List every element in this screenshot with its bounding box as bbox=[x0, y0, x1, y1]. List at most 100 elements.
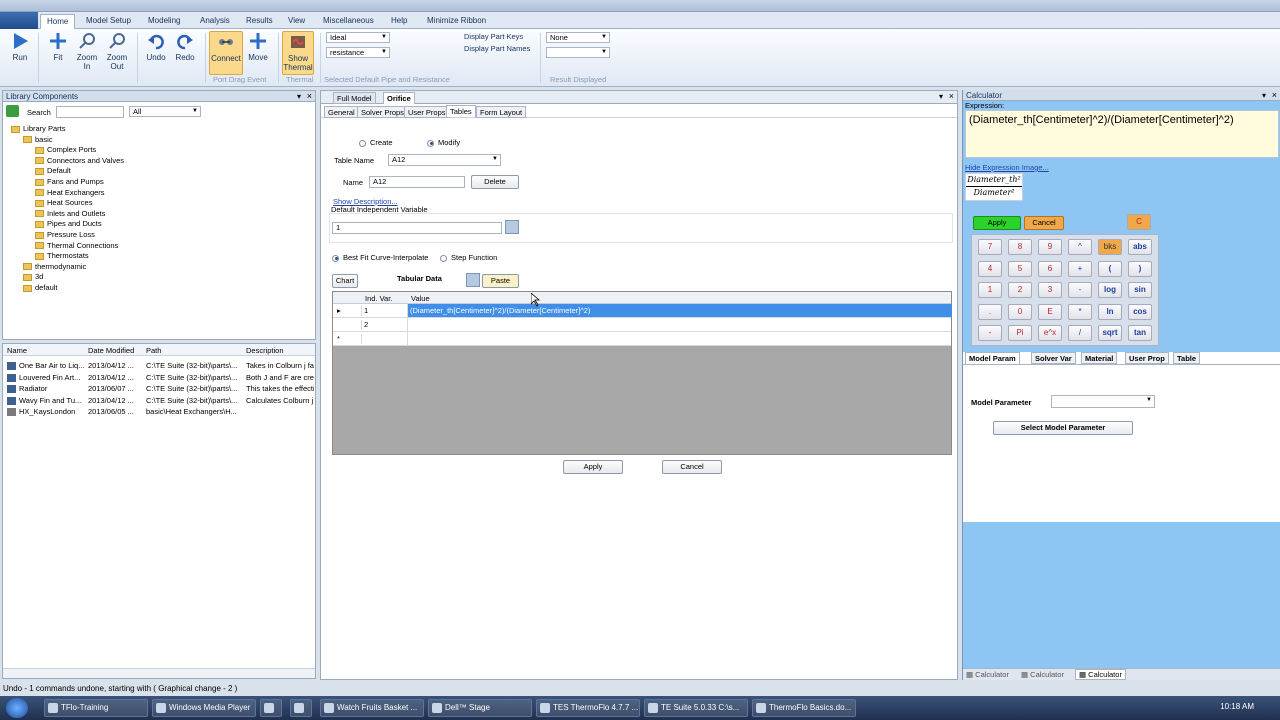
dropdown-icon[interactable]: ▾ bbox=[939, 92, 943, 101]
tree-item[interactable]: default bbox=[23, 283, 58, 293]
tab-home[interactable]: Home bbox=[40, 14, 76, 29]
best-fit-radio[interactable]: Best Fit Curve-Interpolate bbox=[332, 253, 428, 262]
taskbar-item-firefox[interactable] bbox=[260, 699, 282, 717]
value-cell[interactable]: (Diameter_th[Centimeter]^2)/(Diameter[Ce… bbox=[407, 304, 952, 317]
tree-item[interactable]: Heat Sources bbox=[35, 198, 92, 208]
result-combo-2[interactable]: ▼ bbox=[546, 47, 610, 58]
close-icon[interactable]: × bbox=[307, 91, 312, 101]
taskbar-item-te-suite[interactable]: TE Suite 5.0.33 C:\s... bbox=[644, 699, 748, 717]
calc-key[interactable]: sqrt bbox=[1098, 325, 1122, 341]
expression-field[interactable]: (Diameter_th[Centimeter]^2)/(Diameter[Ce… bbox=[965, 110, 1279, 158]
app-menu-button[interactable] bbox=[0, 12, 38, 29]
tree-item[interactable]: basic bbox=[23, 135, 53, 145]
tab-table[interactable]: Table bbox=[1173, 352, 1201, 364]
list-item[interactable]: Radiator 2013/06/07 ... C:\TE Suite (32-bi… bbox=[3, 384, 315, 395]
display-part-keys-option[interactable]: Display Part Keys bbox=[464, 32, 523, 41]
calc-key[interactable]: 0 bbox=[1008, 303, 1032, 320]
calc-key[interactable]: - bbox=[978, 325, 1002, 341]
calc-key[interactable]: ( bbox=[1098, 260, 1122, 277]
pipe-combo[interactable]: Ideal ▼ bbox=[326, 32, 390, 43]
taskbar-item-mail[interactable] bbox=[290, 699, 312, 717]
close-icon[interactable]: × bbox=[949, 91, 954, 101]
calc-cancel-button[interactable]: Cancel bbox=[1024, 216, 1064, 230]
tab-material[interactable]: Material bbox=[1081, 352, 1118, 364]
calc-key[interactable]: bks bbox=[1098, 239, 1122, 255]
list-item[interactable]: One Bar Air to Liq... 2013/04/12 ... C:\TE… bbox=[3, 361, 315, 372]
calc-key[interactable]: ) bbox=[1128, 260, 1152, 277]
bottom-tab-calculator-3[interactable]: ▦ Calculator bbox=[1075, 669, 1126, 680]
calc-key[interactable]: cos bbox=[1128, 303, 1152, 320]
column-header[interactable]: Path bbox=[146, 346, 161, 355]
name-field[interactable]: A12 bbox=[369, 176, 465, 188]
close-icon[interactable]: × bbox=[1272, 90, 1277, 100]
tab-user-prop[interactable]: User Prop bbox=[1125, 352, 1169, 364]
calc-key[interactable]: abs bbox=[1128, 239, 1152, 255]
table-row[interactable]: 2 bbox=[333, 318, 951, 332]
tab-model-setup[interactable]: Model Setup bbox=[80, 14, 137, 29]
grid-icon[interactable] bbox=[466, 273, 480, 287]
list-item[interactable]: Louvered Fin Art... 2013/04/12 ... C:\TE S… bbox=[3, 373, 315, 384]
table-row[interactable]: * bbox=[333, 332, 951, 346]
tab-miscellaneous[interactable]: Miscellaneous bbox=[317, 14, 380, 29]
calc-key[interactable]: . bbox=[978, 303, 1002, 320]
step-function-radio[interactable]: Step Function bbox=[440, 253, 497, 262]
paste-button[interactable]: Paste bbox=[482, 274, 519, 288]
undo-button[interactable]: Undo bbox=[142, 31, 170, 62]
cancel-button[interactable]: Cancel bbox=[662, 460, 722, 474]
column-header[interactable]: Description bbox=[246, 346, 284, 355]
tree-item[interactable]: Pipes and Ducts bbox=[35, 219, 102, 229]
calc-key[interactable]: ^ bbox=[1068, 239, 1092, 255]
calc-key[interactable]: * bbox=[1068, 303, 1092, 320]
calc-key[interactable]: 4 bbox=[978, 260, 1002, 277]
tab-minimize-ribbon[interactable]: Minimize Ribbon bbox=[421, 14, 492, 29]
column-header[interactable]: Date Modified bbox=[88, 346, 134, 355]
tree-item[interactable]: Complex Ports bbox=[35, 145, 96, 155]
tree-item[interactable]: Inlets and Outlets bbox=[35, 209, 105, 219]
horizontal-scrollbar[interactable] bbox=[3, 668, 315, 678]
calc-key[interactable]: sin bbox=[1128, 282, 1152, 298]
calc-apply-button[interactable]: Apply bbox=[973, 216, 1021, 230]
calc-key[interactable]: log bbox=[1098, 282, 1122, 298]
calc-key[interactable]: / bbox=[1068, 325, 1092, 341]
calc-key[interactable]: + bbox=[1068, 260, 1092, 277]
create-radio[interactable]: Create bbox=[359, 138, 393, 147]
calc-key[interactable]: 6 bbox=[1038, 260, 1062, 277]
tab-modeling[interactable]: Modeling bbox=[142, 14, 186, 29]
tab-user-props[interactable]: User Props bbox=[404, 106, 450, 118]
resistance-combo[interactable]: resistance ▼ bbox=[326, 47, 390, 58]
tree-item[interactable]: Connectors and Valves bbox=[35, 156, 124, 166]
tree-item[interactable]: Fans and Pumps bbox=[35, 177, 104, 187]
move-button[interactable]: Move bbox=[244, 31, 272, 62]
chart-button[interactable]: Chart bbox=[332, 274, 358, 288]
calc-key[interactable]: 1 bbox=[978, 282, 1002, 298]
tab-full-model[interactable]: Full Model bbox=[333, 92, 376, 104]
search-input[interactable] bbox=[56, 106, 124, 118]
calc-key[interactable]: E bbox=[1038, 303, 1062, 320]
tab-solver-var[interactable]: Solver Var bbox=[1031, 352, 1076, 364]
redo-button[interactable]: Redo bbox=[171, 31, 199, 62]
tree-item[interactable]: Thermal Connections bbox=[35, 241, 118, 251]
calc-key[interactable]: 5 bbox=[1008, 260, 1032, 277]
ind-var-cell[interactable] bbox=[361, 334, 405, 344]
independent-variable-field[interactable]: 1 bbox=[332, 222, 502, 234]
tab-help[interactable]: Help bbox=[385, 14, 413, 29]
modify-radio[interactable]: Modify bbox=[427, 138, 460, 147]
calc-key[interactable]: 8 bbox=[1008, 239, 1032, 255]
pin-icon[interactable]: ▾ bbox=[297, 92, 301, 101]
taskbar-item-tflo[interactable]: TFlo-Training bbox=[44, 699, 148, 717]
start-button[interactable] bbox=[6, 698, 28, 718]
tab-tables[interactable]: Tables bbox=[446, 105, 476, 117]
taskbar-item-chrome[interactable]: Watch Fruits Basket ... bbox=[320, 699, 424, 717]
ind-var-cell[interactable]: 1 bbox=[361, 306, 405, 316]
taskbar-item-word[interactable]: ThermoFlo Basics.do... bbox=[752, 699, 856, 717]
column-header[interactable]: Name bbox=[7, 346, 27, 355]
filter-combo[interactable]: All ▼ bbox=[129, 106, 201, 117]
tree-item[interactable]: Default bbox=[35, 166, 71, 176]
list-item[interactable]: Wavy Fin and Tu... 2013/04/12 ... C:\TE Su… bbox=[3, 396, 315, 407]
taskbar-item-dell-stage[interactable]: Dell™ Stage bbox=[428, 699, 532, 717]
zoom-in-button[interactable]: Zoom In bbox=[73, 31, 101, 71]
tab-view[interactable]: View bbox=[282, 14, 311, 29]
select-model-parameter-button[interactable]: Select Model Parameter bbox=[993, 421, 1133, 435]
refresh-icon[interactable] bbox=[6, 105, 19, 117]
tab-general[interactable]: General bbox=[324, 106, 359, 118]
